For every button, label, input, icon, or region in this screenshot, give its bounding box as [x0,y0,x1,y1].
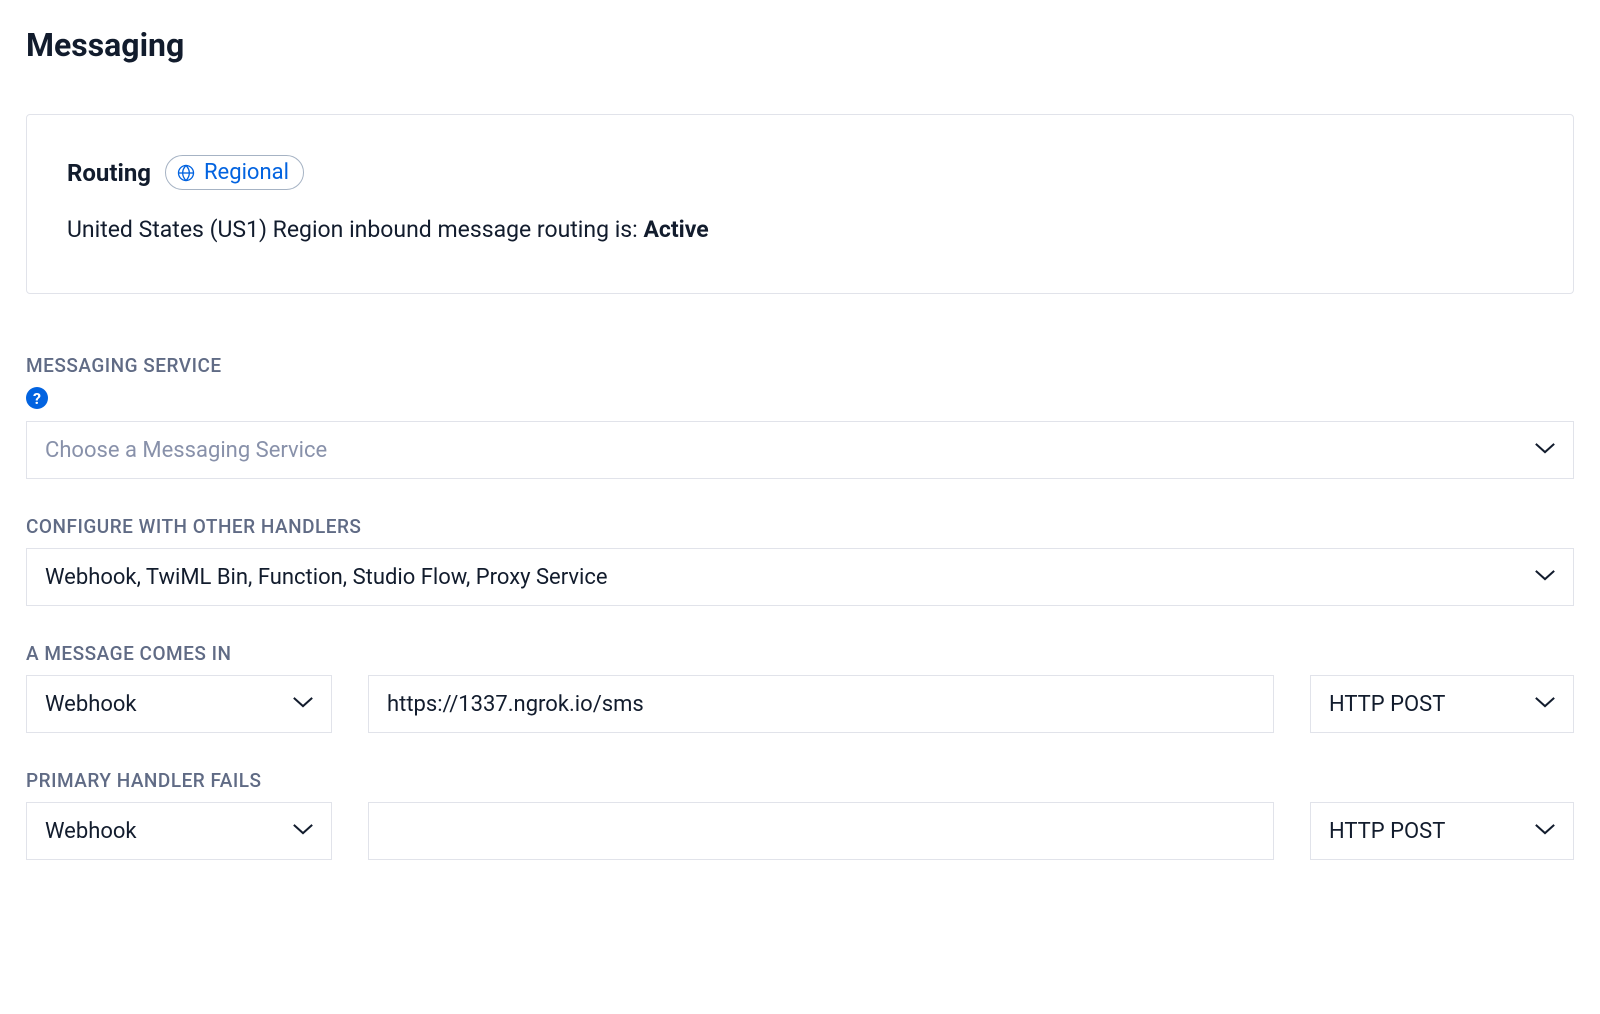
primary-handler-fails-label: PRIMARY HANDLER FAILS [26,769,1574,792]
message-comes-in-label: A MESSAGE COMES IN [26,642,1574,665]
primary-handler-fails-group: PRIMARY HANDLER FAILS Webhook HTTP POST [26,769,1574,860]
message-comes-in-handler-select[interactable]: Webhook [26,675,332,733]
primary-handler-fails-handler-select[interactable]: Webhook [26,802,332,860]
globe-icon [176,163,196,183]
other-handlers-value: Webhook, TwiML Bin, Function, Studio Flo… [45,565,608,590]
messaging-service-placeholder: Choose a Messaging Service [45,438,327,463]
other-handlers-group: CONFIGURE WITH OTHER HANDLERS Webhook, T… [26,515,1574,606]
routing-status: United States (US1) Region inbound messa… [67,216,1533,243]
message-comes-in-method-value: HTTP POST [1329,692,1445,717]
routing-header: Routing Regional [67,155,1533,190]
message-comes-in-group: A MESSAGE COMES IN Webhook HTTP POST [26,642,1574,733]
primary-handler-fails-handler-value: Webhook [45,819,137,844]
routing-card: Routing Regional United States (US1) Reg… [26,114,1574,294]
messaging-service-group: MESSAGING SERVICE ? Choose a Messaging S… [26,354,1574,479]
routing-status-prefix: United States (US1) Region inbound messa… [67,216,643,243]
help-icon[interactable]: ? [26,387,48,409]
message-comes-in-method-select[interactable]: HTTP POST [1310,675,1574,733]
primary-handler-fails-method-select[interactable]: HTTP POST [1310,802,1574,860]
regional-badge[interactable]: Regional [165,155,304,190]
message-comes-in-handler-value: Webhook [45,692,137,717]
routing-status-value: Active [643,216,708,243]
message-comes-in-url-input[interactable] [368,675,1274,733]
messaging-service-select[interactable]: Choose a Messaging Service [26,421,1574,479]
other-handlers-label: CONFIGURE WITH OTHER HANDLERS [26,515,1574,538]
regional-badge-label: Regional [204,160,289,185]
primary-handler-fails-url-input[interactable] [368,802,1274,860]
other-handlers-select[interactable]: Webhook, TwiML Bin, Function, Studio Flo… [26,548,1574,606]
messaging-service-label: MESSAGING SERVICE [26,354,1574,377]
routing-section-title: Routing [67,159,151,187]
page-title: Messaging [26,26,1574,64]
primary-handler-fails-method-value: HTTP POST [1329,819,1445,844]
